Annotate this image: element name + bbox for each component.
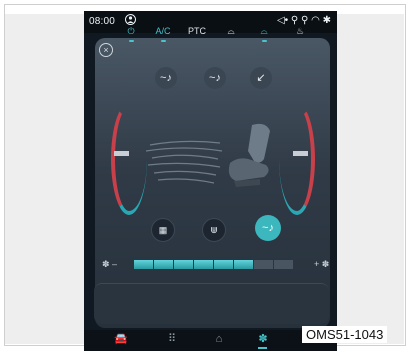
- ac-indicator: [160, 40, 166, 42]
- temperature-slider-right[interactable]: [279, 103, 315, 215]
- fan-icon[interactable]: ✽: [252, 332, 274, 347]
- fan-speed-segment[interactable]: [214, 260, 233, 269]
- vent-face-feet-icon[interactable]: ~♪: [204, 67, 226, 89]
- power-indicator: [128, 40, 134, 42]
- ac-button[interactable]: A/C: [149, 25, 177, 42]
- fan-speed-segment[interactable]: [234, 260, 253, 269]
- close-icon[interactable]: ×: [99, 43, 113, 57]
- seat-icon: [228, 123, 270, 187]
- fan-speed-segment[interactable]: [134, 260, 153, 269]
- fan-speed-segment[interactable]: [194, 260, 213, 269]
- recirculation-indicator: [229, 40, 234, 42]
- ptc-label: PTC: [188, 26, 206, 36]
- fresh-air-icon: ⌓: [260, 26, 268, 36]
- seat-heat-indicator: [298, 40, 303, 42]
- bottom-navigation: 🚘 ⠿ ⌂ ✽: [84, 330, 337, 351]
- climate-toolbar: [94, 283, 329, 324]
- recirculation-icon: ⌓: [227, 26, 235, 36]
- fresh-air-button[interactable]: ⌓: [250, 25, 278, 42]
- apps-grid-icon[interactable]: ⠿: [161, 332, 183, 347]
- ptc-button[interactable]: PTC: [183, 25, 211, 42]
- seat-heat-button[interactable]: ♨: [286, 25, 314, 42]
- car-icon[interactable]: 🚘: [110, 332, 132, 347]
- background-left: [5, 14, 84, 344]
- fresh-air-indicator: [261, 40, 267, 42]
- temperature-slider-left[interactable]: [111, 103, 147, 215]
- infotainment-screen: 08:00 ◁• ⚲ ⚲ ◠ ✱ × ~♪ ~♪ ↙ ▦ ⋓ ~♪ ✽ – + …: [84, 11, 337, 351]
- temperature-handle-right[interactable]: [293, 151, 308, 156]
- clock: 08:00: [89, 16, 116, 27]
- front-defrost-icon[interactable]: ⋓: [202, 218, 226, 242]
- vent-feet-icon[interactable]: ↙: [250, 67, 272, 89]
- fan-speed-control: ✽ – + ✽: [84, 257, 337, 273]
- figure-caption: OMS51-1043: [302, 326, 388, 343]
- ptc-indicator: [195, 40, 200, 42]
- power-button[interactable]: ⏻: [117, 25, 145, 42]
- seat-heat-icon: ♨: [295, 26, 305, 36]
- airflow-auto-icon[interactable]: ~♪: [255, 215, 281, 241]
- recirculation-button[interactable]: ⌓: [217, 25, 245, 42]
- power-icon: ⏻: [127, 26, 135, 36]
- background-right: [337, 14, 404, 344]
- fan-speed-segment[interactable]: [154, 260, 173, 269]
- fan-speed-segment[interactable]: [254, 260, 273, 269]
- ac-label: A/C: [155, 26, 171, 36]
- fan-speed-segment[interactable]: [274, 260, 293, 269]
- rear-defrost-icon[interactable]: ▦: [151, 218, 175, 242]
- vent-face-icon[interactable]: ~♪: [155, 67, 177, 89]
- nav-active-indicator: [258, 347, 267, 349]
- fan-decrease-button[interactable]: ✽ –: [102, 259, 117, 270]
- temperature-handle-left[interactable]: [114, 151, 129, 156]
- fan-speed-segment[interactable]: [174, 260, 193, 269]
- home-icon[interactable]: ⌂: [208, 332, 230, 347]
- airflow-lines: [145, 140, 223, 184]
- fan-increase-button[interactable]: + ✽: [314, 259, 329, 270]
